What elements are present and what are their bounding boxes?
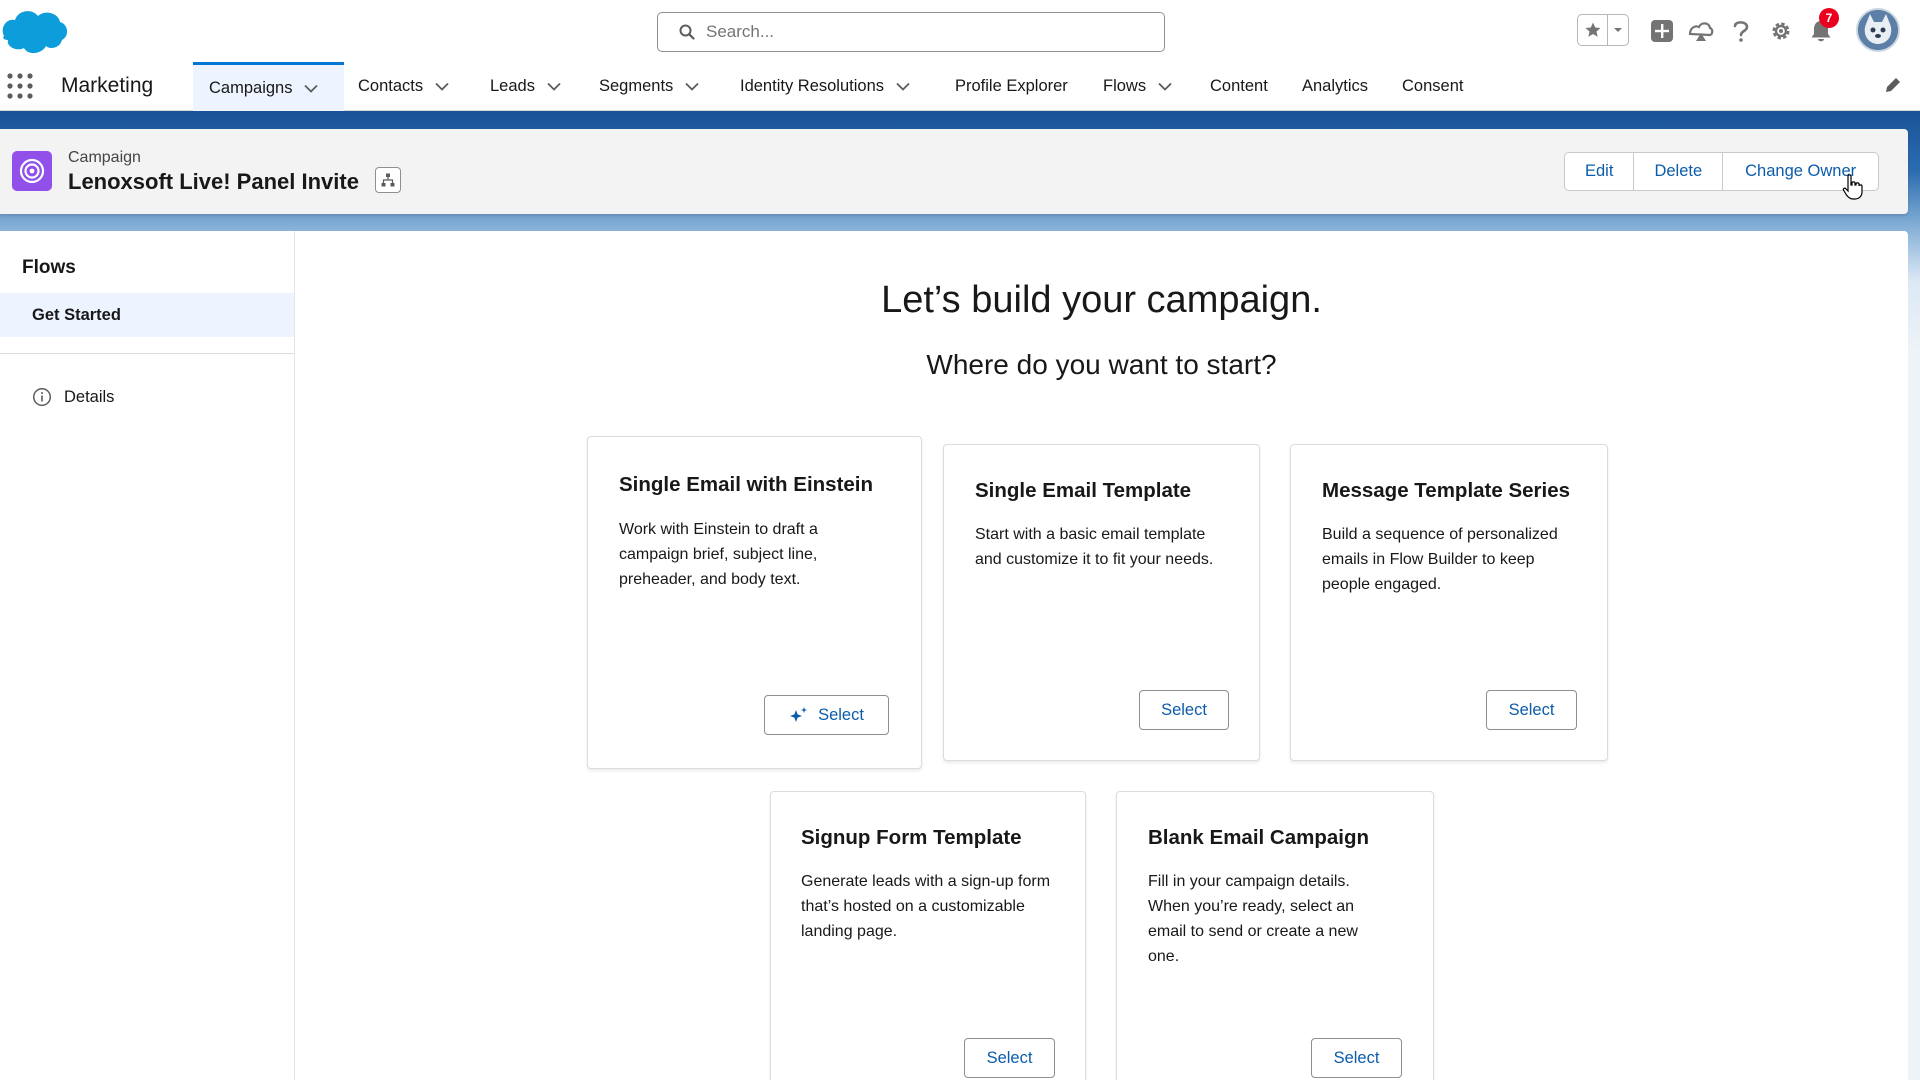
card-title: Single Email with Einstein [619, 473, 874, 496]
nav-tab-consent[interactable]: Consent [1402, 62, 1463, 111]
option-card-single-email-template: Single Email Template Start with a basic… [943, 444, 1260, 761]
hierarchy-icon [381, 173, 395, 187]
sidebar-item-label: Get Started [32, 305, 121, 324]
option-card-message-template-series: Message Template Series Build a sequence… [1290, 444, 1608, 761]
gear-icon [1772, 22, 1790, 40]
button-label: Select [818, 705, 864, 724]
chevron-down-icon [1614, 28, 1623, 32]
select-einstein-button[interactable]: Select [764, 695, 889, 735]
avatar-icon [1858, 10, 1898, 50]
chevron-down-icon[interactable] [896, 82, 910, 91]
card-description: Generate leads with a sign-up form that’… [801, 873, 1051, 940]
help-icon [1733, 21, 1749, 42]
favorites-group [1577, 14, 1629, 46]
card-description: Start with a basic email template and cu… [975, 526, 1214, 568]
sparkle-icon [790, 707, 808, 722]
option-card-blank-email-campaign: Blank Email Campaign Fill in your campai… [1116, 791, 1434, 1080]
card-title: Message Template Series [1322, 479, 1571, 502]
option-card-signup-form-template: Signup Form Template Generate leads with… [770, 791, 1086, 1080]
chevron-down-icon[interactable] [547, 82, 561, 91]
favorite-star-button[interactable] [1578, 15, 1609, 45]
sidebar-divider [0, 353, 294, 354]
sidebar-item-get-started[interactable]: Get Started [0, 293, 294, 337]
campaign-icon [12, 151, 52, 191]
nav-tab-label: Analytics [1302, 77, 1369, 95]
sidebar-title: Flows [22, 257, 76, 278]
search-placeholder: Search... [706, 22, 775, 41]
select-message-template-series-button[interactable]: Select [1486, 690, 1577, 730]
card-description: Work with Einstein to draft a campaign b… [619, 521, 818, 588]
edit-button[interactable]: Edit [1565, 153, 1635, 190]
chevron-down-icon[interactable] [304, 84, 319, 93]
nav-tab-analytics[interactable]: Analytics [1302, 62, 1368, 111]
app-name: Marketing [61, 74, 154, 97]
record-type-label: Campaign [68, 149, 141, 166]
nav-tab-label: Identity Resolutions [740, 77, 884, 95]
mouse-pointer-icon [1842, 174, 1864, 205]
edit-nav-button[interactable] [1884, 76, 1902, 99]
select-signup-form-template-button[interactable]: Select [964, 1038, 1055, 1078]
card-title: Single Email Template [975, 479, 1192, 502]
card-description: Fill in your campaign details. When you’… [1148, 873, 1358, 965]
nav-tab-label: Leads [490, 77, 535, 95]
info-icon [32, 387, 52, 407]
chevron-down-icon[interactable] [685, 82, 699, 91]
notification-count-badge: 7 [1819, 8, 1839, 28]
nav-tab-label: Segments [599, 77, 674, 95]
record-header: Campaign Lenoxsoft Live! Panel Invite Ed… [0, 129, 1908, 214]
user-avatar[interactable] [1856, 8, 1900, 52]
option-card-single-email-einstein: Single Email with Einstein Work with Ein… [587, 436, 922, 769]
card-title: Blank Email Campaign [1148, 826, 1370, 849]
setup-button[interactable] [1766, 16, 1796, 46]
sidebar-item-label: Details [64, 387, 115, 406]
app-launcher-button[interactable] [6, 72, 34, 100]
nav-tab-label: Content [1210, 77, 1268, 95]
nav-tab-label: Profile Explorer [955, 77, 1068, 95]
favorites-menu-button[interactable] [1608, 15, 1628, 45]
delete-button[interactable]: Delete [1634, 153, 1724, 190]
global-actions-button[interactable] [1647, 16, 1677, 46]
record-title: Lenoxsoft Live! Panel Invite [68, 169, 359, 194]
nav-tab-label: Campaigns [209, 78, 293, 97]
pencil-icon [1886, 78, 1900, 92]
star-icon [1585, 22, 1601, 37]
card-title: Signup Form Template [801, 826, 1022, 849]
view-hierarchy-button[interactable] [375, 167, 401, 193]
nav-tab-campaigns[interactable]: Campaigns [193, 62, 344, 111]
nav-tab-identity-resolutions[interactable]: Identity Resolutions [740, 62, 910, 111]
select-single-email-template-button[interactable]: Select [1139, 690, 1229, 730]
plus-icon [1651, 20, 1673, 42]
help-button[interactable] [1726, 16, 1756, 46]
trailhead-button[interactable] [1686, 16, 1716, 46]
app-navigation-bar: Marketing Campaigns Contacts Leads Segme… [0, 62, 1920, 111]
chevron-down-icon[interactable] [435, 82, 449, 91]
flows-sidebar: Flows Get Started Details [0, 231, 295, 1080]
app-launcher-icon [7, 73, 33, 99]
salesforce-cloud-logo[interactable] [0, 6, 70, 56]
global-search-input[interactable]: Search... [657, 12, 1165, 52]
page-subheading: Where do you want to start? [926, 349, 1277, 380]
nav-tab-flows[interactable]: Flows [1103, 62, 1172, 111]
global-header: Search... 7 [0, 0, 1920, 62]
nav-tab-label: Flows [1103, 77, 1147, 95]
nav-tab-label: Consent [1402, 77, 1464, 95]
page-heading: Let’s build your campaign. [881, 279, 1322, 321]
sidebar-item-details[interactable]: Details [32, 387, 114, 407]
nav-tab-contacts[interactable]: Contacts [358, 62, 449, 111]
nav-tab-label: Contacts [358, 77, 424, 95]
main-panel: Flows Get Started Details Let’s build yo… [0, 231, 1908, 1080]
nav-tab-segments[interactable]: Segments [599, 62, 699, 111]
nav-tab-content[interactable]: Content [1210, 62, 1268, 111]
card-description: Build a sequence of personalized emails … [1322, 526, 1558, 593]
record-actions: Edit Delete Change Owner [1564, 152, 1880, 191]
select-blank-email-campaign-button[interactable]: Select [1311, 1038, 1402, 1078]
nav-tab-profile-explorer[interactable]: Profile Explorer [955, 62, 1068, 111]
search-icon [679, 24, 695, 40]
nav-tab-leads[interactable]: Leads [490, 62, 561, 111]
chevron-down-icon[interactable] [1158, 82, 1172, 91]
trailhead-icon [1688, 22, 1714, 41]
